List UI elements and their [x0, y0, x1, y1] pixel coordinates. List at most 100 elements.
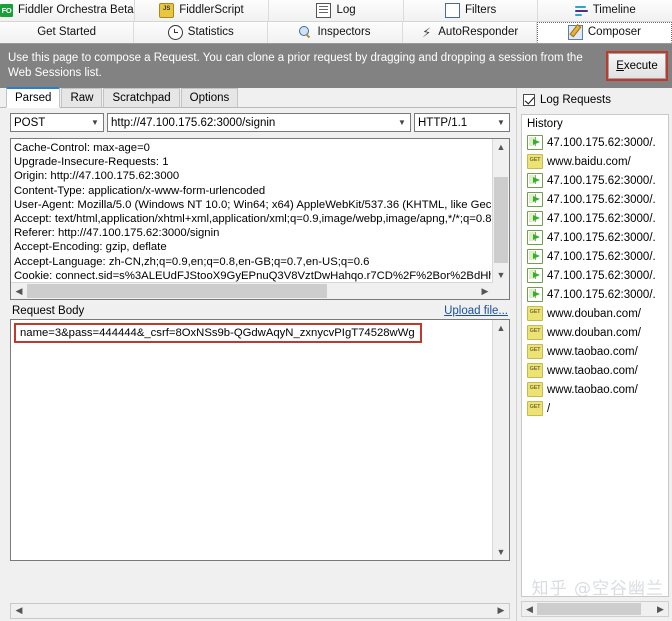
tab-autoresponder[interactable]: ⚡ AutoResponder [402, 22, 537, 43]
request-url-dropdown[interactable]: http://47.100.175.62:3000/signin ▼ [107, 113, 411, 132]
history-item-url: 47.100.175.62:3000/. [547, 212, 656, 225]
headers-vscroll-thumb[interactable] [494, 177, 508, 263]
request-headers-editor[interactable]: Cache-Control: max-age=0 Upgrade-Insecur… [10, 138, 510, 300]
chevron-down-icon: ▼ [398, 118, 406, 127]
scroll-down-icon[interactable]: ▼ [493, 267, 509, 283]
left-pane-horizontal-scrollbar[interactable]: ◀ ▶ [10, 603, 510, 619]
history-list[interactable]: History 47.100.175.62:3000/. GET www.baid… [521, 114, 669, 597]
scroll-up-icon[interactable]: ▲ [493, 139, 509, 155]
list-item[interactable]: 47.100.175.62:3000/. [522, 209, 668, 228]
scroll-down-icon[interactable]: ▼ [493, 544, 509, 560]
headers-vertical-scrollbar[interactable]: ▲ ▼ [492, 139, 509, 283]
get-request-icon: GET [527, 382, 543, 397]
log-requests-label: Log Requests [540, 94, 611, 106]
post-request-icon [527, 173, 543, 188]
tab-log[interactable]: Log [269, 0, 404, 21]
tab-timeline[interactable]: Timeline [538, 0, 672, 21]
post-request-icon [527, 135, 543, 150]
log-requests-row[interactable]: Log Requests [517, 88, 672, 110]
tab-get-started[interactable]: Get Started [0, 22, 135, 43]
history-header-label: History [522, 115, 668, 133]
tab-autoresponder-label: AutoResponder [438, 25, 519, 38]
composer-info-text: Use this page to compose a Request. You … [8, 52, 583, 79]
history-hscroll-thumb[interactable] [537, 603, 641, 615]
scroll-right-icon[interactable]: ▶ [653, 602, 668, 616]
history-item-url: www.baidu.com/ [547, 155, 631, 168]
tab-inspectors[interactable]: Inspectors [268, 22, 403, 43]
execute-button[interactable]: Execute [608, 53, 666, 79]
http-version-value: HTTP/1.1 [418, 116, 468, 129]
tab-fiddler-orchestra[interactable]: FO Fiddler Orchestra Beta [0, 0, 135, 21]
list-item[interactable]: GET www.douban.com/ [522, 323, 668, 342]
tab-log-label: Log [336, 3, 356, 16]
list-item[interactable]: 47.100.175.62:3000/. [522, 190, 668, 209]
history-item-url: www.taobao.com/ [547, 383, 638, 396]
list-item[interactable]: 47.100.175.62:3000/. [522, 247, 668, 266]
tab-composer[interactable]: Composer [536, 22, 672, 43]
history-item-url: 47.100.175.62:3000/. [547, 193, 656, 206]
history-item-url: / [547, 402, 551, 415]
get-request-icon: GET [527, 401, 543, 416]
list-item[interactable]: 47.100.175.62:3000/. [522, 266, 668, 285]
scroll-left-icon[interactable]: ◀ [522, 602, 537, 616]
post-request-icon [527, 268, 543, 283]
body-vertical-scrollbar[interactable]: ▲ ▼ [492, 320, 509, 560]
history-item-url: 47.100.175.62:3000/. [547, 250, 656, 263]
scroll-right-icon[interactable]: ▶ [493, 602, 509, 618]
list-item[interactable]: GET www.taobao.com/ [522, 361, 668, 380]
chevron-down-icon: ▼ [91, 118, 99, 127]
left-pane-hscroll-track[interactable]: ◀ ▶ [11, 602, 509, 618]
post-request-icon [527, 192, 543, 207]
composer-left-pane: Parsed Raw Scratchpad Options POST ▼ htt… [0, 87, 516, 621]
list-item[interactable]: GET www.taobao.com/ [522, 380, 668, 399]
history-item-url: 47.100.175.62:3000/. [547, 269, 656, 282]
scrollbar-corner [493, 283, 509, 299]
request-headers-text: Cache-Control: max-age=0 Upgrade-Insecur… [14, 142, 491, 282]
http-method-dropdown[interactable]: POST ▼ [10, 113, 104, 132]
list-item[interactable]: GET www.baidu.com/ [522, 152, 668, 171]
history-item-url: 47.100.175.62:3000/. [547, 136, 656, 149]
get-request-icon: GET [527, 344, 543, 359]
history-item-url: www.taobao.com/ [547, 364, 638, 377]
headers-horizontal-scrollbar[interactable]: ◀ ▶ [11, 282, 493, 299]
upload-file-link[interactable]: Upload file... [444, 305, 508, 317]
post-request-icon [527, 287, 543, 302]
tab-statistics[interactable]: Statistics [134, 22, 269, 43]
sub-tab-parsed-label: Parsed [15, 92, 52, 104]
headers-hscroll-thumb[interactable] [27, 284, 327, 298]
post-request-icon [527, 249, 543, 264]
log-requests-checkbox[interactable] [523, 94, 535, 106]
request-body-editor[interactable]: name=3&pass=444444&_csrf=8OxNSs9b-QGdwAq… [10, 319, 510, 561]
list-item[interactable]: GET www.taobao.com/ [522, 342, 668, 361]
list-item[interactable]: 47.100.175.62:3000/. [522, 285, 668, 304]
tab-composer-label: Composer [587, 25, 641, 38]
history-item-url: www.douban.com/ [547, 307, 641, 320]
sub-tab-options-label: Options [189, 92, 230, 104]
list-item[interactable]: GET www.douban.com/ [522, 304, 668, 323]
tab-row-primary: FO Fiddler Orchestra Beta JS FiddlerScri… [0, 0, 672, 22]
list-item[interactable]: 47.100.175.62:3000/. [522, 228, 668, 247]
list-item[interactable]: GET / [522, 399, 668, 418]
list-item[interactable]: 47.100.175.62:3000/. [522, 171, 668, 190]
http-method-value: POST [14, 116, 46, 129]
execute-label-rest: xecute [623, 60, 658, 72]
history-horizontal-scrollbar[interactable]: ◀ ▶ [521, 601, 669, 617]
sub-tab-options[interactable]: Options [180, 88, 239, 107]
http-version-dropdown[interactable]: HTTP/1.1 ▼ [414, 113, 510, 132]
execute-accel-letter: E [616, 60, 624, 72]
get-request-icon: GET [527, 325, 543, 340]
scroll-up-icon[interactable]: ▲ [493, 320, 509, 336]
timeline-icon [574, 4, 588, 17]
tab-filters[interactable]: Filters [403, 0, 539, 21]
list-item[interactable]: 47.100.175.62:3000/. [522, 133, 668, 152]
scroll-left-icon[interactable]: ◀ [11, 602, 27, 618]
tab-get-started-label: Get Started [37, 25, 96, 38]
sub-tab-scratchpad[interactable]: Scratchpad [103, 88, 180, 107]
scroll-left-icon[interactable]: ◀ [11, 283, 27, 299]
sub-tab-scratchpad-label: Scratchpad [112, 92, 171, 104]
scroll-right-icon[interactable]: ▶ [477, 283, 493, 299]
composer-icon [567, 25, 583, 40]
sub-tab-raw[interactable]: Raw [61, 88, 103, 107]
tab-fiddlerscript[interactable]: JS FiddlerScript [134, 0, 270, 21]
sub-tab-parsed[interactable]: Parsed [6, 87, 61, 108]
